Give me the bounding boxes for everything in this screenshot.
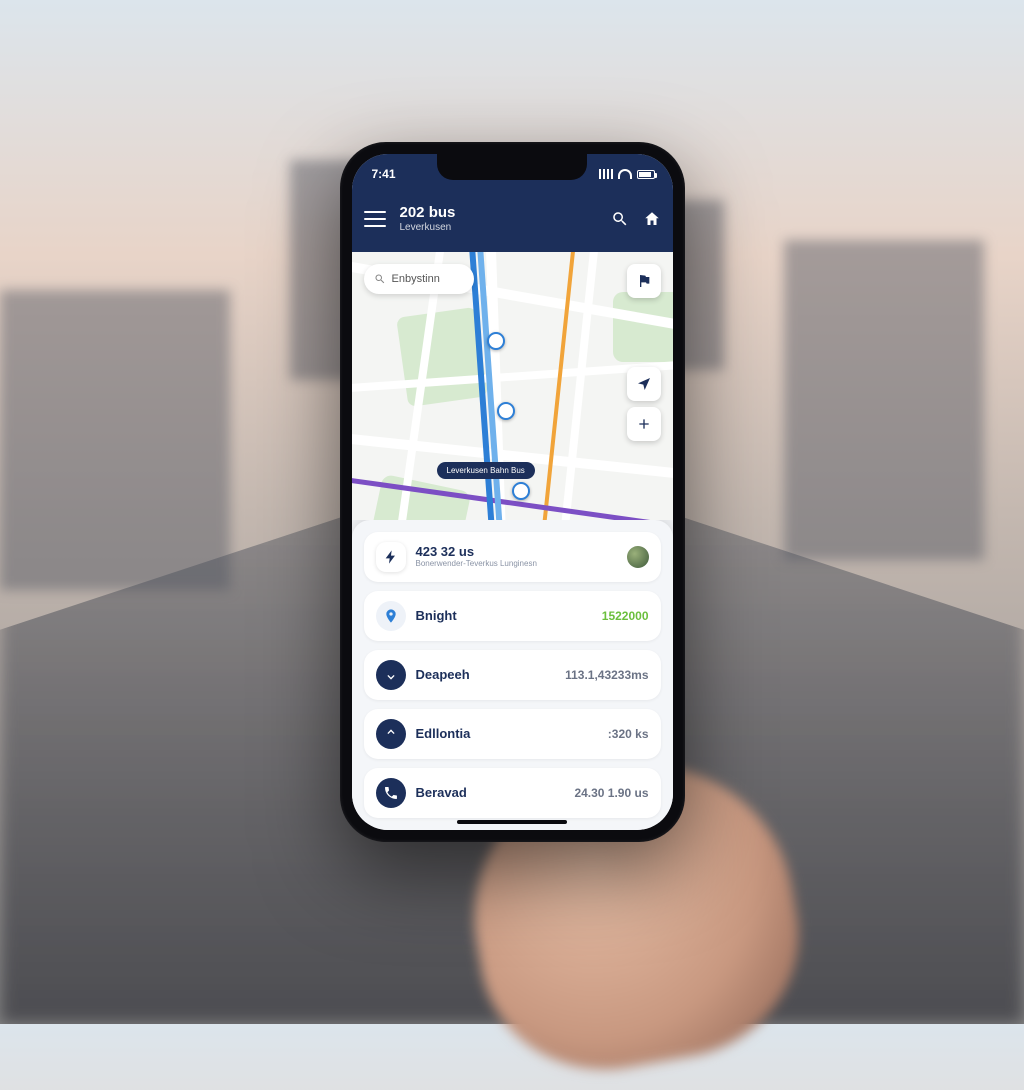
cellular-signal-icon [599,169,613,179]
map-layers-button[interactable] [627,264,661,298]
map-locate-button[interactable] [627,367,661,401]
home-button[interactable] [643,210,661,228]
search-icon [374,273,386,285]
map-stop-marker[interactable] [512,482,530,500]
phone-frame: 7:41 202 bus Leverkusen [340,142,685,842]
stop-row[interactable]: Edllontia :320 ks [364,709,661,759]
stop-name: Deapeeh [416,668,556,682]
stop-name: Bnight [416,609,592,623]
device-notch [437,154,587,180]
route-summary-card[interactable]: 423 32 us Bonerwender-Teverkus Lunginesn [364,532,661,582]
map-stop-label[interactable]: Leverkusen Bahn Bus [437,462,535,479]
location-arrow-icon [636,376,652,392]
stop-value: 1522000 [602,609,649,623]
arrow-up-icon [376,719,406,749]
map-zoom-in-button[interactable] [627,407,661,441]
map-stop-marker[interactable] [487,332,505,350]
search-button[interactable] [611,210,629,228]
plus-icon [636,416,652,432]
map-search-input[interactable]: Enbystinn [364,264,474,294]
flag-icon [636,273,652,289]
stop-value: 113.1,43233ms [565,668,648,682]
home-indicator[interactable] [457,820,567,824]
header-title-block: 202 bus Leverkusen [400,205,601,233]
wifi-icon [618,169,632,179]
route-subtitle: Leverkusen [400,222,601,233]
bottom-sheet[interactable]: 423 32 us Bonerwender-Teverkus Lunginesn… [352,520,673,830]
stop-name: Edllontia [416,727,598,741]
avatar[interactable] [627,546,649,568]
menu-button[interactable] [364,211,386,227]
stop-name: Beravad [416,786,565,800]
stop-row[interactable]: Deapeeh 113.1,43233ms [364,650,661,700]
battery-icon [637,170,655,179]
stop-row[interactable]: Beravad 24.30 1.90 us [364,768,661,818]
phone-icon [376,778,406,808]
status-indicators [599,169,655,179]
arrow-down-icon [376,660,406,690]
stop-value: 24.30 1.90 us [574,786,648,800]
phone-screen: 7:41 202 bus Leverkusen [352,154,673,830]
route-summary-title: 423 32 us [416,545,611,559]
map-pin-icon [376,601,406,631]
map-stop-marker[interactable] [497,402,515,420]
route-title: 202 bus [400,205,601,222]
route-summary-subtitle: Bonerwender-Teverkus Lunginesn [416,560,611,569]
app-header: 202 bus Leverkusen [352,194,673,252]
stop-value: :320 ks [608,727,649,741]
stop-row[interactable]: Bnight 1522000 [364,591,661,641]
status-time: 7:41 [372,167,396,181]
map-search-placeholder: Enbystinn [392,273,440,285]
map-view[interactable]: Leverkusen Bahn Bus Enbystinn [352,252,673,520]
bolt-icon [376,542,406,572]
